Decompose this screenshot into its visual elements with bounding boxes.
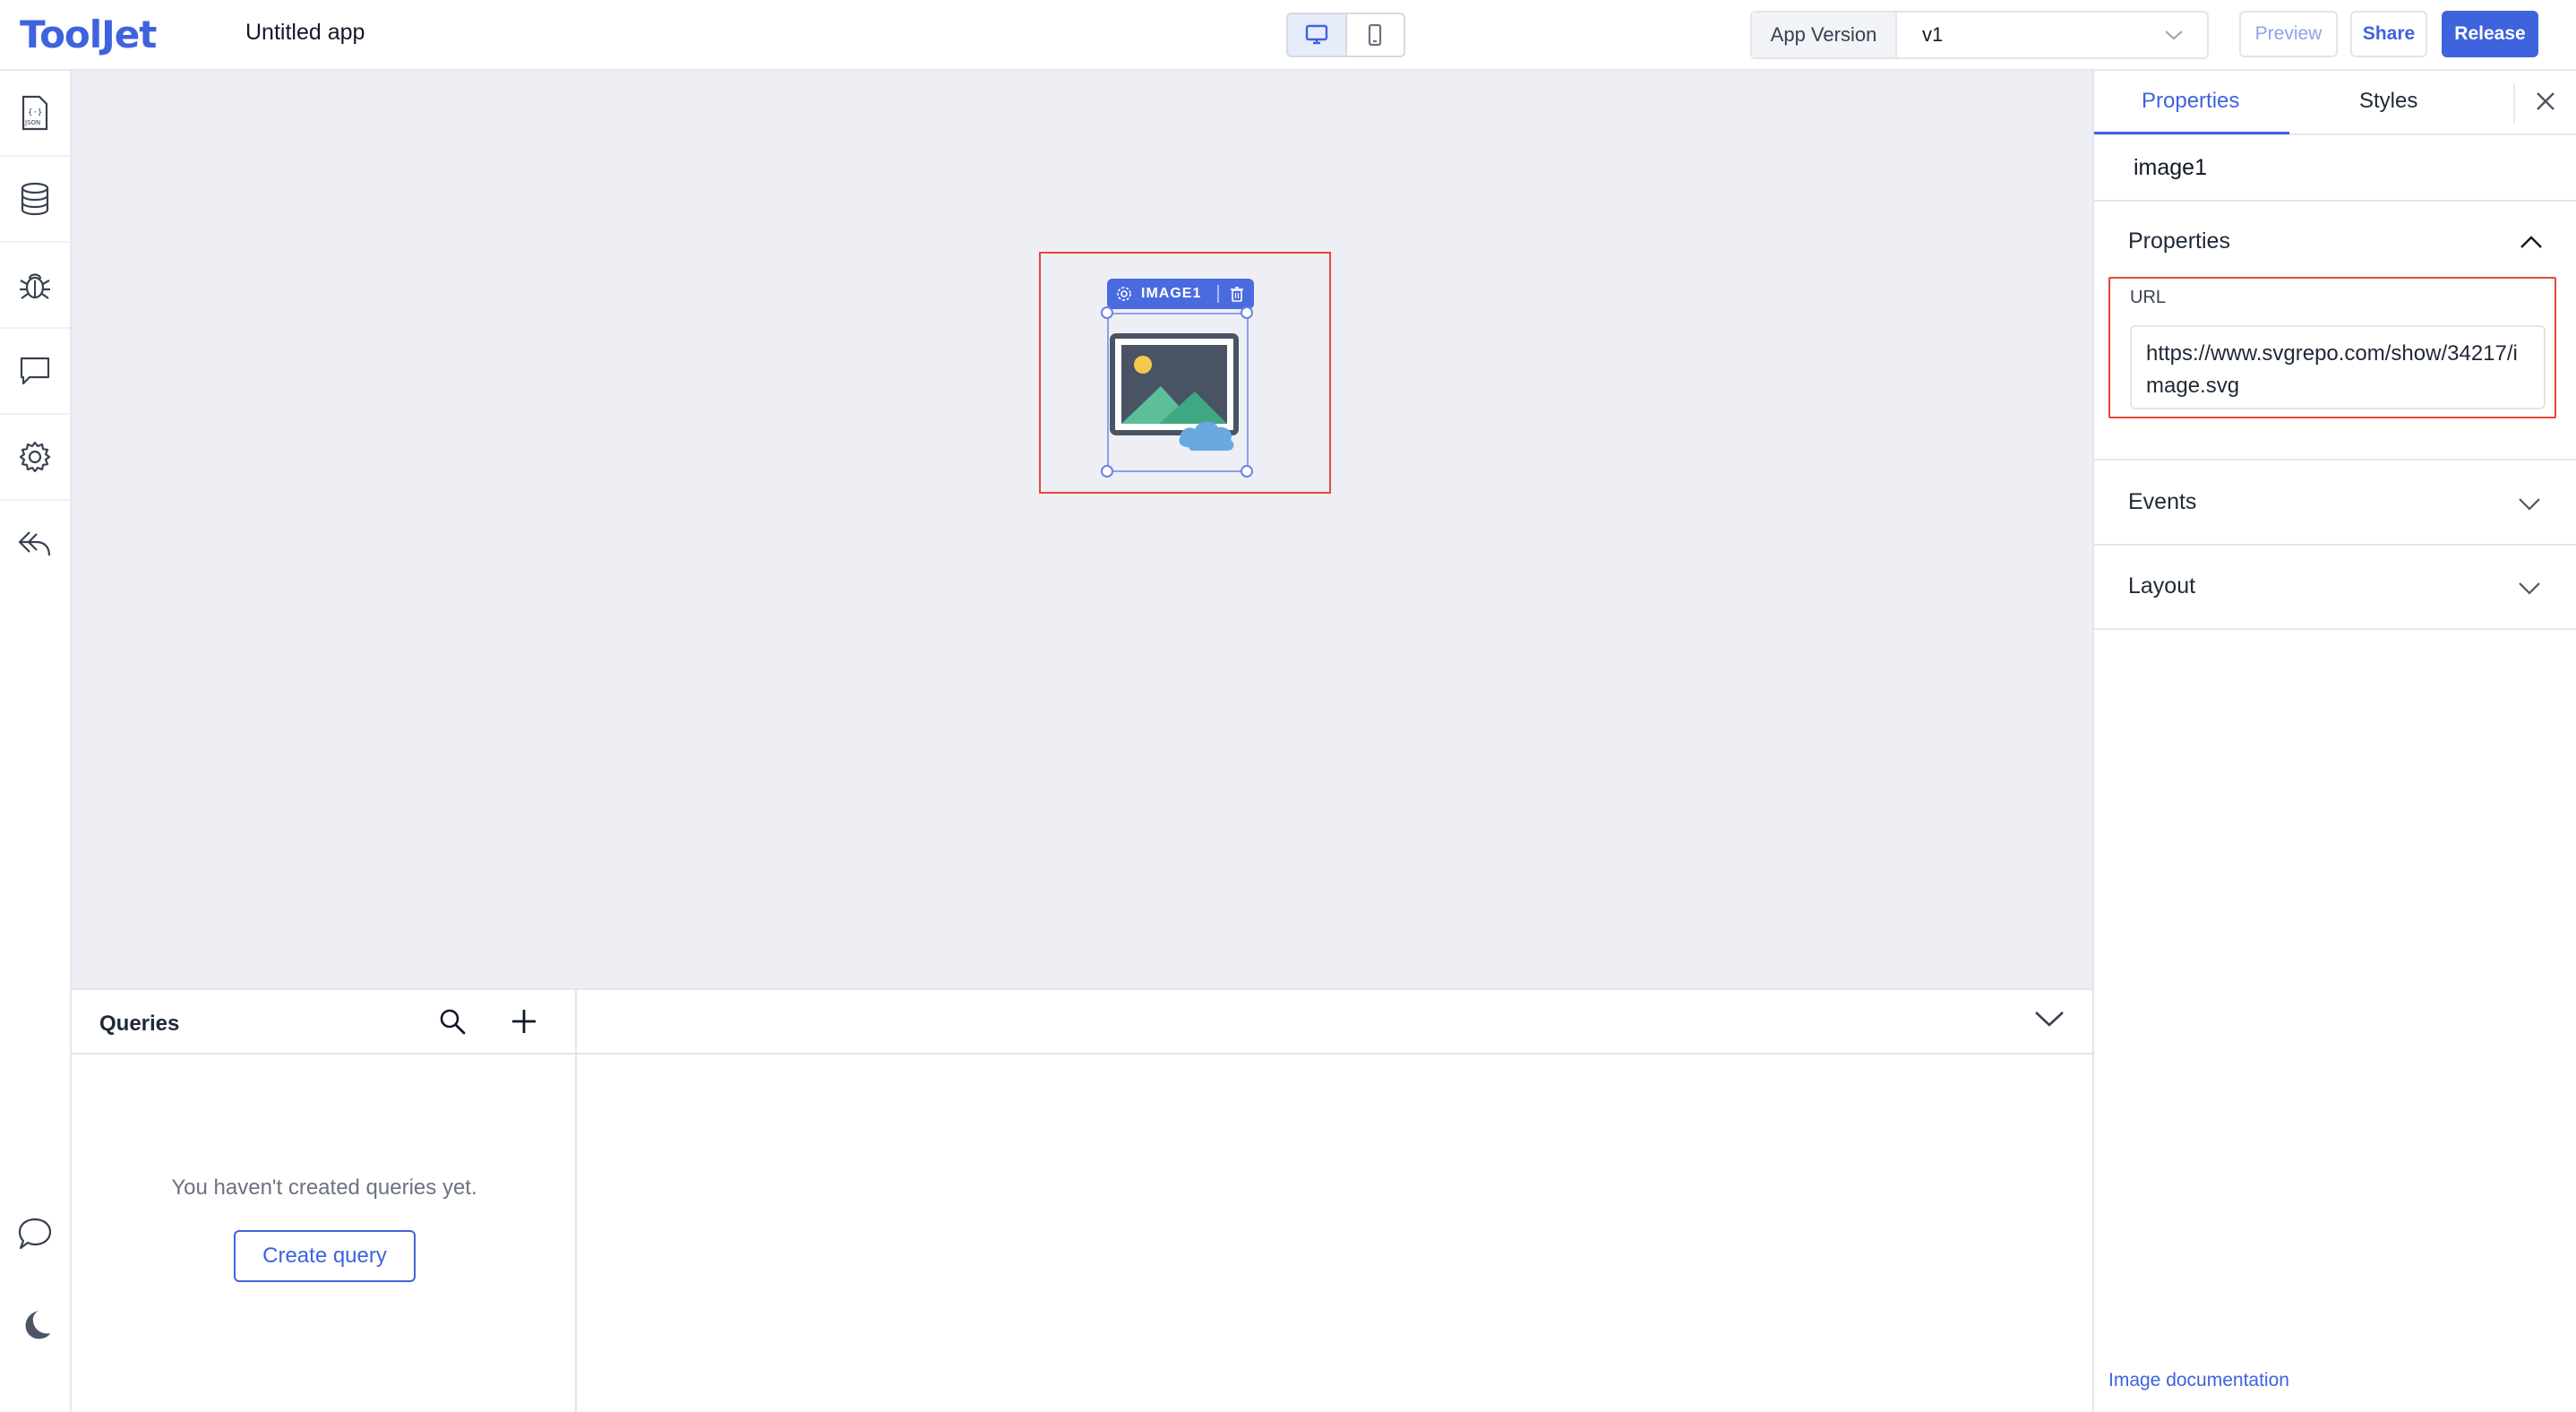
app-version-label: App Version xyxy=(1752,13,1897,57)
sidebar-debugger-button[interactable] xyxy=(0,243,70,329)
editor-canvas[interactable] xyxy=(72,71,2092,988)
resize-handle-bottom-right[interactable] xyxy=(1241,465,1253,478)
query-list-header: Queries xyxy=(72,990,577,1055)
layout-section-title[interactable]: Layout xyxy=(2128,573,2195,599)
widget-label-bar[interactable]: IMAGE1 xyxy=(1107,279,1254,309)
back-icon xyxy=(18,531,51,556)
tab-styles[interactable]: Styles xyxy=(2359,89,2417,114)
resize-handle-top-right[interactable] xyxy=(1241,306,1253,319)
sidebar-settings-button[interactable] xyxy=(0,415,70,501)
close-inspector-button[interactable] xyxy=(2533,89,2558,118)
sidebar-chat-button[interactable] xyxy=(0,1191,70,1277)
app-version-selector[interactable]: App Version v1 xyxy=(1750,11,2209,59)
comments-icon xyxy=(20,357,50,385)
preview-button[interactable]: Preview xyxy=(2239,11,2338,57)
collapse-panel-button[interactable] xyxy=(2033,1008,2065,1034)
search-icon xyxy=(440,1009,466,1035)
events-section-title[interactable]: Events xyxy=(2128,489,2196,515)
chat-icon xyxy=(18,1218,52,1250)
queries-title: Queries xyxy=(99,1012,180,1036)
section-divider xyxy=(2094,459,2576,461)
svg-text:JSON: JSON xyxy=(24,119,40,126)
url-property-highlight: URL https://www.svgrepo.com/show/34217/i… xyxy=(2108,277,2556,418)
chevron-up-icon xyxy=(2520,236,2542,248)
section-divider xyxy=(2094,628,2576,630)
release-button[interactable]: Release xyxy=(2442,11,2538,57)
svg-text:{·}: {·} xyxy=(28,108,42,117)
trash-icon[interactable] xyxy=(1230,286,1244,302)
url-input[interactable]: https://www.svgrepo.com/show/34217/image… xyxy=(2130,325,2546,409)
query-editor-header xyxy=(577,990,2092,1055)
inspector-tabs: Properties Styles xyxy=(2094,71,2576,135)
chevron-down-icon xyxy=(2165,30,2183,40)
plus-icon xyxy=(512,1010,536,1033)
widget-label-divider xyxy=(1217,285,1220,303)
dark-mode-icon xyxy=(25,1311,50,1339)
debugger-icon xyxy=(20,273,50,299)
close-icon xyxy=(2537,92,2555,110)
tab-divider xyxy=(2513,83,2515,123)
desktop-view-button[interactable] xyxy=(1288,14,1347,56)
widget-label: IMAGE1 xyxy=(1141,286,1202,301)
search-queries-button[interactable] xyxy=(437,1006,468,1041)
app-version-dropdown[interactable]: v1 xyxy=(1897,13,2207,57)
settings-icon xyxy=(19,441,51,473)
mobile-view-button[interactable] xyxy=(1347,14,1404,56)
left-sidebar: {·} JSON xyxy=(0,71,72,1412)
add-query-button[interactable] xyxy=(509,1006,539,1041)
sidebar-datasources-button[interactable] xyxy=(0,157,70,243)
share-button[interactable]: Share xyxy=(2350,11,2427,57)
gear-icon xyxy=(1117,287,1131,301)
component-name[interactable]: image1 xyxy=(2094,135,2576,202)
chevron-down-icon xyxy=(2035,1012,2064,1027)
active-tab-indicator xyxy=(2094,132,2289,134)
properties-section-title: Properties xyxy=(2128,228,2230,254)
image-placeholder-icon xyxy=(1110,333,1239,451)
resize-handle-top-left[interactable] xyxy=(1101,306,1113,319)
right-inspector: Properties Styles image1 Properties URL … xyxy=(2092,71,2576,1412)
query-list: Queries You haven't created queries yet.… xyxy=(72,990,577,1412)
json-inspector-icon: {·} JSON xyxy=(21,95,48,131)
image-widget[interactable] xyxy=(1107,313,1249,472)
tab-properties[interactable]: Properties xyxy=(2142,89,2239,114)
query-panel: Queries You haven't created queries yet.… xyxy=(72,988,2092,1412)
no-queries-message: You haven't created queries yet. xyxy=(171,1175,477,1200)
sidebar-theme-button[interactable] xyxy=(0,1282,70,1368)
top-header: ToolJet Untitled app App Version v1 Prev… xyxy=(0,0,2576,71)
desktop-icon xyxy=(1305,24,1327,45)
image-documentation-link[interactable]: Image documentation xyxy=(2108,1370,2289,1391)
sidebar-comments-button[interactable] xyxy=(0,329,70,415)
properties-section-header[interactable]: Properties xyxy=(2094,202,2576,277)
chevron-down-icon[interactable] xyxy=(2517,495,2542,512)
database-icon xyxy=(21,182,49,216)
mobile-icon xyxy=(1369,23,1382,47)
tooljet-logo[interactable]: ToolJet xyxy=(20,13,157,56)
app-version-value: v1 xyxy=(1922,23,1944,46)
sidebar-back-button[interactable] xyxy=(0,501,70,587)
device-toggle xyxy=(1286,13,1405,57)
section-divider xyxy=(2094,544,2576,546)
resize-handle-bottom-left[interactable] xyxy=(1101,465,1113,478)
sidebar-inspector-button[interactable]: {·} JSON xyxy=(0,71,70,157)
create-query-button[interactable]: Create query xyxy=(234,1230,416,1282)
url-label: URL xyxy=(2130,288,2167,307)
app-name[interactable]: Untitled app xyxy=(245,20,365,46)
chevron-down-icon[interactable] xyxy=(2517,580,2542,596)
